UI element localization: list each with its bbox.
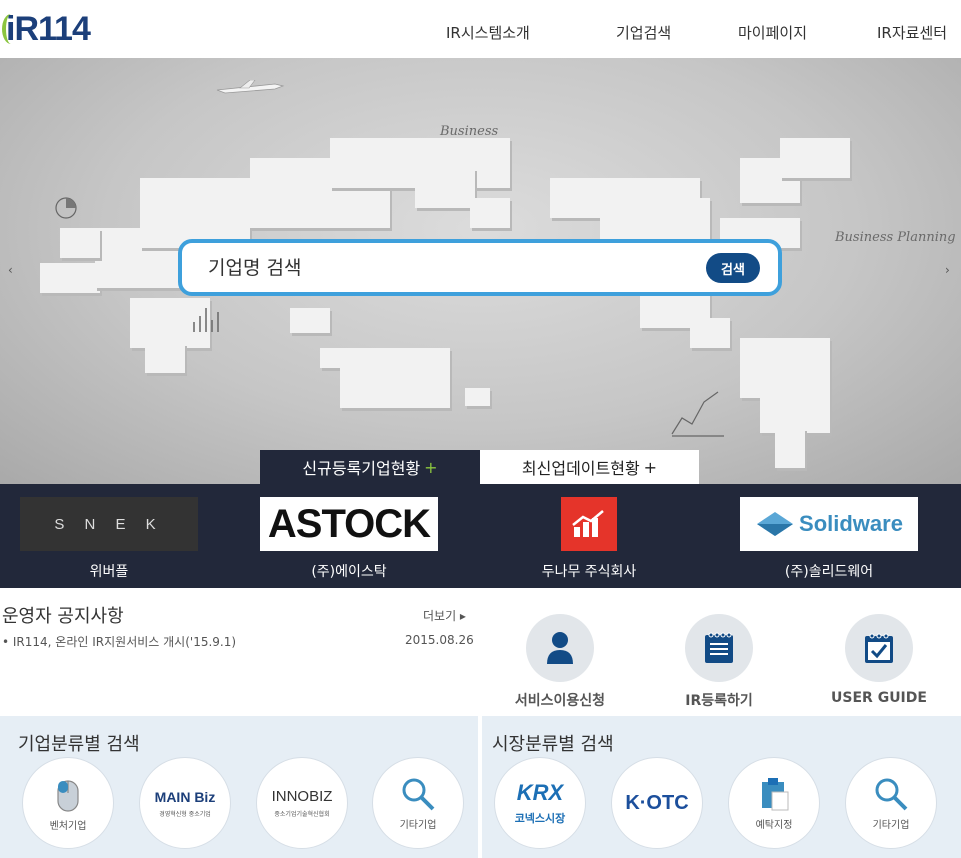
service-label: IR등록하기 <box>685 693 753 709</box>
pie-chart-sketch-icon <box>55 197 77 219</box>
category-innobiz[interactable]: INNOBIZ 중소기업기술혁신협회 <box>256 757 348 849</box>
mainbiz-sub-label: 경영혁신형 중소기업 <box>159 810 211 818</box>
notice-item[interactable]: • IR114, 온라인 IR지원서비스 개시('15.9.1) <box>2 633 236 650</box>
notice-date: 2015.08.26 <box>405 633 474 647</box>
category-mainbiz[interactable]: MAIN Biz 경영혁신형 중소기업 <box>139 757 231 849</box>
plus-icon: + <box>643 457 658 477</box>
category-label: 기타기업 <box>399 819 437 831</box>
solidware-logo: Solidware <box>740 497 918 551</box>
company-card-astock[interactable]: ASTOCK (주)에이스탁 <box>260 497 438 585</box>
astock-logo: ASTOCK <box>260 497 438 551</box>
bar-chart-sketch-icon <box>193 308 219 332</box>
hero-banner: Business Business Planning ‹ › 검색 신규등록기업… <box>0 58 961 484</box>
chart-up-icon <box>572 510 604 537</box>
market-kotc[interactable]: K·OTC <box>611 757 703 849</box>
nav-ir-data-center[interactable]: IR자료센터 <box>877 22 947 43</box>
dunamu-logo <box>500 497 678 551</box>
mouse-icon <box>57 779 79 812</box>
market-konex[interactable]: KRX 코넥스시장 <box>494 757 586 849</box>
user-guide-button[interactable]: USER GUIDE <box>814 614 944 714</box>
hero-prev-arrow[interactable]: ‹ <box>8 263 13 277</box>
sketch-business: Business <box>440 124 499 139</box>
company-name: 위버플 <box>89 564 129 580</box>
logo-mark: iR114 <box>2 10 91 49</box>
airplane-icon <box>216 80 285 94</box>
hero-next-arrow[interactable]: › <box>945 263 950 277</box>
service-label: USER GUIDE <box>831 690 927 706</box>
sketch-business-planning: Business Planning <box>835 230 956 245</box>
innobiz-sub-label: 중소기업기술혁신협회 <box>274 811 330 818</box>
search-icon <box>875 778 908 810</box>
company-name: (주)솔리드웨어 <box>784 564 874 580</box>
nav-ir-system[interactable]: IR시스템소개 <box>446 22 530 43</box>
company-card-dunamu[interactable]: 두나무 주식회사 <box>500 497 678 585</box>
company-name: 두나무 주식회사 <box>541 564 637 580</box>
company-strip: S N E K 위버플 ASTOCK (주)에이스탁 두나무 주식회사 Soli… <box>0 484 961 588</box>
search-button[interactable]: 검색 <box>706 253 760 283</box>
tab-new-companies[interactable]: 신규등록기업현황 + <box>260 450 480 484</box>
tab-label: 최신업데이트현황 <box>521 459 640 478</box>
clipboard-icon <box>762 777 789 810</box>
krx-logo: KRX <box>516 780 564 805</box>
plus-icon: + <box>424 457 438 477</box>
solidware-mark-icon <box>757 512 794 536</box>
search-icon <box>402 778 435 810</box>
category-label: 코넥스시장 <box>514 812 566 825</box>
nav-mypage[interactable]: 마이페이지 <box>738 22 807 43</box>
service-label: 서비스이용신청 <box>514 693 606 709</box>
user-icon <box>547 632 573 664</box>
notepad-icon <box>705 632 733 663</box>
kotc-logo: K·OTC <box>625 791 689 814</box>
header: iR114 IR시스템소개 기업검색 마이페이지 IR자료센터 <box>0 0 961 58</box>
service-apply-button[interactable]: 서비스이용신청 <box>495 614 625 714</box>
market-other[interactable]: 기타기업 <box>845 757 937 849</box>
innobiz-logo: INNOBIZ <box>271 788 333 805</box>
notice-more-link[interactable]: 더보기 ▸ <box>423 607 466 624</box>
company-search-input[interactable] <box>208 253 688 283</box>
nav-company-search[interactable]: 기업검색 <box>616 22 671 43</box>
tab-latest-updates[interactable]: 최신업데이트현황 + <box>480 450 699 484</box>
line-chart-sketch-icon <box>671 391 724 437</box>
category-venture[interactable]: 벤처기업 <box>22 757 114 849</box>
company-card-solidware[interactable]: Solidware (주)솔리드웨어 <box>740 497 918 585</box>
company-search-box: 검색 <box>178 239 782 296</box>
notice-title: 운영자 공지사항 <box>2 606 124 627</box>
mainbiz-logo: MAIN Biz <box>154 788 216 805</box>
panel-title: 시장분류별 검색 <box>492 734 614 755</box>
ir114-logo[interactable]: iR114 <box>2 8 91 50</box>
panel-title: 기업분류별 검색 <box>18 734 140 755</box>
company-name: (주)에이스탁 <box>311 564 387 580</box>
ir-register-button[interactable]: IR등록하기 <box>654 614 784 714</box>
tab-label: 신규등록기업현황 <box>302 459 421 478</box>
category-label: 기타기업 <box>872 819 910 831</box>
calendar-check-icon <box>865 633 893 663</box>
category-label: 벤처기업 <box>49 820 87 832</box>
category-other[interactable]: 기타기업 <box>372 757 464 849</box>
company-card-weaverple[interactable]: S N E K 위버플 <box>20 497 198 585</box>
snek-logo: S N E K <box>20 497 198 551</box>
category-label: 예탁지정 <box>755 819 793 831</box>
market-deposit[interactable]: 예탁지정 <box>728 757 820 849</box>
